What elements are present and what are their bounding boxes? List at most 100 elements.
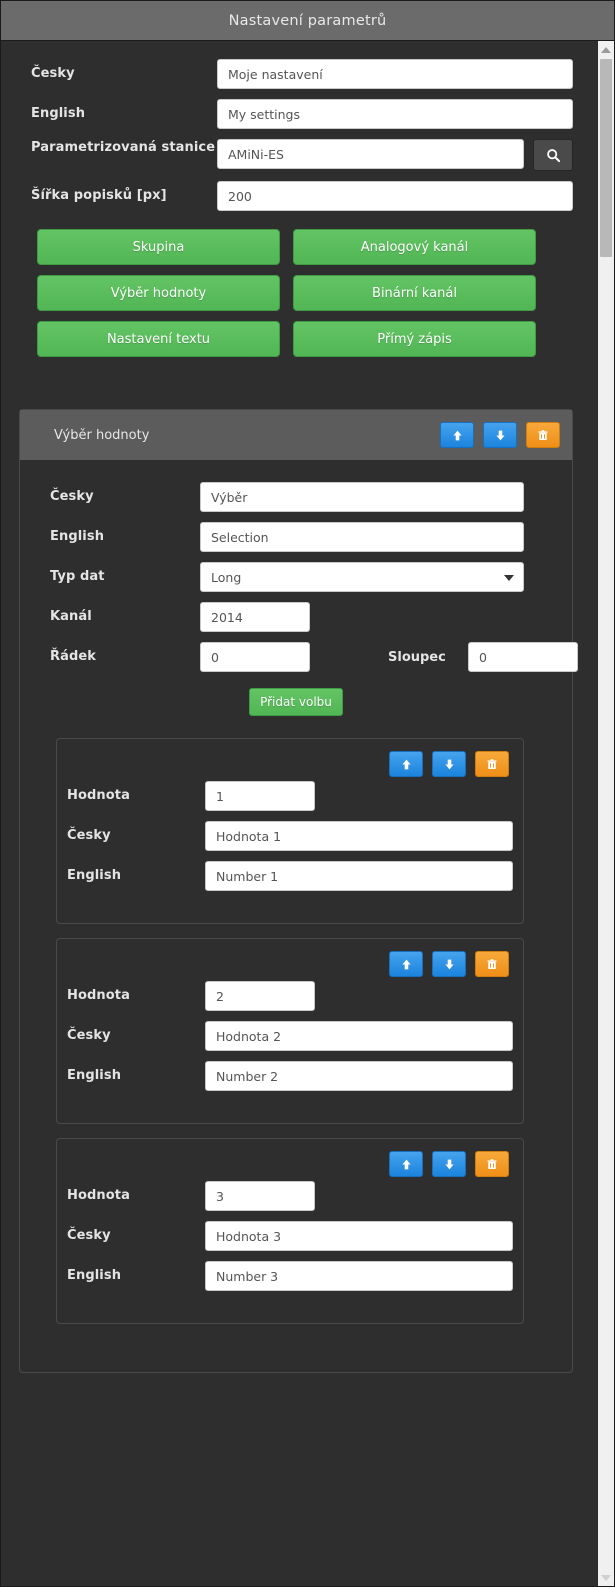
add-option-button[interactable]: Přidat volbu [249, 688, 343, 716]
option-row-czech: Česky [57, 1021, 523, 1051]
option-row-value: Hodnota [57, 1181, 523, 1211]
czech-name-input[interactable] [217, 59, 573, 89]
arrow-up-icon [400, 1158, 413, 1171]
arrow-up-icon [400, 758, 413, 771]
button-nastaveni-textu[interactable]: Nastavení textu [37, 321, 280, 357]
option-row-english: English [57, 1261, 523, 1291]
option-row-value: Hodnota [57, 981, 523, 1011]
triangle-down-icon [601, 1574, 611, 1581]
form-row-label-width: Šířka popisků [px] [1, 181, 597, 211]
trash-icon [486, 1158, 498, 1171]
option-label-value: Hodnota [67, 1187, 130, 1203]
option-move-up-button[interactable] [389, 751, 423, 777]
option-delete-button[interactable] [475, 1151, 509, 1177]
option-label-czech: Česky [67, 1027, 111, 1043]
triangle-up-icon [601, 46, 611, 53]
button-skupina[interactable]: Skupina [37, 229, 280, 265]
option-value-input[interactable] [205, 781, 315, 811]
option-row-czech: Česky [57, 821, 523, 851]
panel-label-column: Sloupec [388, 649, 446, 665]
option-move-up-button[interactable] [389, 951, 423, 977]
form-row-czech: Česky [1, 59, 597, 89]
option-delete-button[interactable] [475, 751, 509, 777]
panel-czech-input[interactable] [200, 482, 524, 512]
button-primy-zapis[interactable]: Přímý zápis [293, 321, 536, 357]
option-toolbar [57, 751, 523, 777]
action-button-grid: Skupina Analogový kanál Výběr hodnoty Bi… [1, 221, 597, 357]
search-icon [546, 148, 561, 163]
scrollbar-thumb[interactable] [600, 59, 612, 257]
settings-window: Nastavení parametrů Česky English Parame… [0, 0, 615, 1587]
option-row-value: Hodnota [57, 781, 523, 811]
panel-row-english: English [20, 522, 572, 552]
option-label-english: English [67, 1067, 122, 1083]
option-czech-input[interactable] [205, 821, 513, 851]
form-row-station: Parametrizovaná stanice [1, 139, 597, 171]
window-title: Nastavení parametrů [228, 12, 387, 29]
panel-toolbar [440, 422, 560, 448]
panel-label-datatype: Typ dat [50, 568, 105, 584]
datatype-select[interactable]: Long [200, 562, 524, 592]
option-delete-button[interactable] [475, 951, 509, 977]
option-label-english: English [67, 1267, 122, 1283]
option-move-down-button[interactable] [432, 1151, 466, 1177]
panel-row-datatype: Typ dat Long [20, 562, 572, 592]
panel-english-input[interactable] [200, 522, 524, 552]
english-name-input[interactable] [217, 99, 573, 129]
button-analogovy-kanal[interactable]: Analogový kanál [293, 229, 536, 265]
channel-input[interactable] [200, 602, 310, 632]
panel-header: Výběr hodnoty [20, 410, 572, 460]
option-toolbar [57, 951, 523, 977]
panel-row-row-column: Řádek Sloupec [20, 642, 578, 672]
option-card: Hodnota Česky English [56, 938, 524, 1124]
option-english-input[interactable] [205, 1061, 513, 1091]
panel-body: Česky English Typ dat Long [20, 460, 578, 1324]
option-czech-input[interactable] [205, 1221, 513, 1251]
station-search-button[interactable] [533, 139, 573, 171]
option-row-english: English [57, 1061, 523, 1091]
option-english-input[interactable] [205, 861, 513, 891]
scroll-down-button[interactable] [598, 1569, 614, 1586]
vertical-scrollbar[interactable] [597, 41, 614, 1586]
panel-label-channel: Kanál [50, 608, 92, 624]
button-vyber-hodnoty[interactable]: Výběr hodnoty [37, 275, 280, 311]
button-binarni-kanal[interactable]: Binární kanál [293, 275, 536, 311]
option-english-input[interactable] [205, 1261, 513, 1291]
label-width-input[interactable] [217, 181, 573, 211]
arrow-down-icon [443, 1158, 456, 1171]
station-input[interactable] [217, 139, 524, 169]
value-selection-panel: Výběr hodnoty Česky Výběr English Select… [19, 409, 578, 1373]
panel-label-czech: Česky [50, 488, 94, 504]
option-toolbar [57, 1151, 523, 1177]
option-card: Hodnota Česky English [56, 738, 524, 924]
panel-delete-button[interactable] [526, 422, 560, 448]
option-row-czech: Česky [57, 1221, 523, 1251]
arrow-up-icon [400, 958, 413, 971]
window-body: Česky English Parametrizovaná stanice [1, 41, 614, 1586]
panel-label-english: English [50, 528, 105, 544]
form-row-english: English [1, 99, 597, 129]
option-value-input[interactable] [205, 981, 315, 1011]
panel-row-czech: Česky [20, 482, 572, 512]
add-option-wrap: Přidat volbu [20, 688, 572, 716]
option-czech-input[interactable] [205, 1021, 513, 1051]
option-move-down-button[interactable] [432, 951, 466, 977]
panel-move-down-button[interactable] [483, 422, 517, 448]
panel-move-up-button[interactable] [440, 422, 474, 448]
option-label-czech: Česky [67, 827, 111, 843]
row-input[interactable] [200, 642, 310, 672]
option-label-english: English [67, 867, 122, 883]
option-move-up-button[interactable] [389, 1151, 423, 1177]
arrow-down-icon [443, 758, 456, 771]
option-move-down-button[interactable] [432, 751, 466, 777]
option-card: Hodnota Česky English [56, 1138, 524, 1324]
trash-icon [537, 429, 549, 442]
trash-icon [486, 758, 498, 771]
window-titlebar: Nastavení parametrů [1, 1, 614, 41]
column-input[interactable] [468, 642, 578, 672]
scroll-content: Česky English Parametrizovaná stanice [1, 41, 597, 1586]
option-label-value: Hodnota [67, 987, 130, 1003]
arrow-down-icon [494, 429, 507, 442]
option-value-input[interactable] [205, 1181, 315, 1211]
scroll-up-button[interactable] [598, 41, 614, 58]
